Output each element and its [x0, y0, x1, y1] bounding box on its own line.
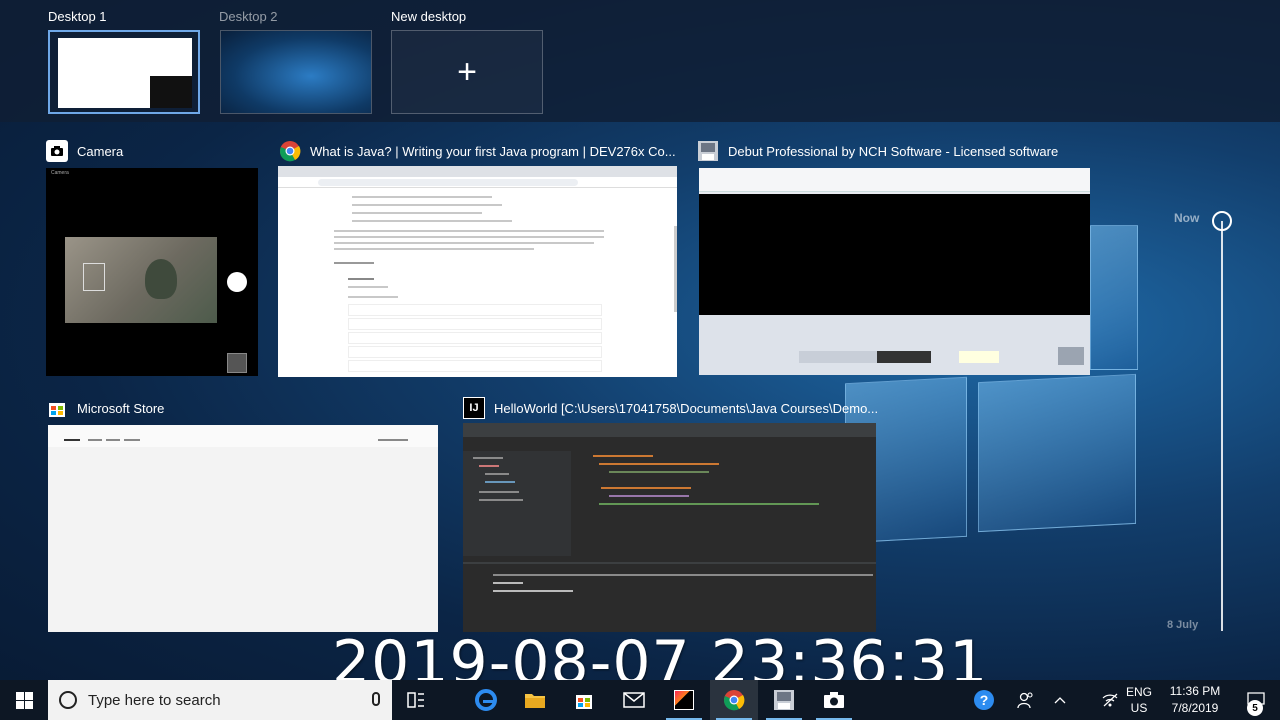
help-tray-button[interactable]: ? [960, 680, 1008, 720]
camera-app-icon [46, 140, 68, 162]
clock-date: 7/8/2019 [1171, 701, 1219, 715]
chrome-icon [724, 690, 745, 711]
taskbar: Type here to search ​ ? ENG US [0, 680, 1280, 720]
chrome-icon [279, 140, 301, 162]
wallpaper-pane [1090, 225, 1138, 370]
plus-icon: + [457, 53, 477, 91]
virtual-desktops-bar: Desktop 1 Desktop 2 New desktop + [0, 0, 1280, 122]
svg-text:?: ? [980, 692, 989, 708]
windows-logo-icon [15, 691, 33, 709]
taskbar-chrome[interactable] [710, 680, 758, 720]
microphone-icon[interactable] [372, 692, 380, 706]
window-title-intellij[interactable]: IJ HelloWorld [C:\Users\17041758\Documen… [463, 397, 878, 419]
store-icon [46, 397, 68, 419]
new-desktop-label: New desktop [391, 9, 467, 24]
window-thumbnail-chrome[interactable] [278, 166, 677, 377]
taskbar-search-box[interactable]: Type here to search [48, 680, 392, 720]
chevron-up-icon [1054, 697, 1066, 704]
window-thumbnail-debut[interactable] [699, 168, 1090, 375]
camera-last-photo [227, 353, 247, 373]
search-placeholder: Type here to search [88, 691, 221, 709]
window-title-store[interactable]: Microsoft Store [46, 397, 164, 419]
desktop-1-thumbnail[interactable] [48, 30, 200, 114]
edge-icon [475, 689, 497, 711]
store-icon [576, 695, 592, 709]
taskbar-debut[interactable] [760, 680, 808, 720]
taskbar-edge[interactable] [462, 680, 510, 720]
timeline-date-label: 8 July [1167, 619, 1199, 631]
desktop-2-label: Desktop 2 [219, 9, 278, 24]
taskbar-mail[interactable] [610, 680, 658, 720]
wifi-icon [1102, 693, 1118, 707]
camera-shutter-icon [227, 272, 247, 292]
camera-preview [65, 237, 217, 323]
start-button[interactable] [0, 680, 48, 720]
window-title-debut[interactable]: Debut Professional by NCH Software - Lic… [697, 140, 1058, 162]
task-view-button[interactable] [392, 680, 440, 720]
intellij-icon: IJ [463, 397, 485, 419]
timeline-now-label: Now [1174, 211, 1200, 225]
window-thumbnail-intellij[interactable] [463, 423, 876, 632]
people-icon [1017, 692, 1033, 709]
debut-icon [697, 140, 719, 162]
notification-count-badge: 5 [1247, 700, 1263, 716]
desktop-1-label: Desktop 1 [48, 9, 107, 24]
camera-icon [824, 692, 844, 708]
wallpaper-pane [978, 373, 1136, 533]
language-code: ENG [1125, 685, 1152, 699]
window-title-chrome[interactable]: What is Java? | Writing your first Java … [279, 140, 676, 162]
window-title-text: What is Java? | Writing your first Java … [310, 143, 676, 159]
desktop-2-thumbnail[interactable] [220, 30, 372, 114]
cortana-icon [59, 691, 77, 709]
folder-icon [525, 694, 545, 708]
task-view-icon [407, 692, 424, 708]
window-title-camera[interactable]: Camera [46, 140, 123, 162]
mail-icon [623, 692, 645, 708]
taskbar-file-explorer[interactable] [511, 680, 559, 720]
clock-time: 11:36 PM [1169, 684, 1221, 698]
timeline-track[interactable] [1221, 221, 1223, 631]
window-title-text: Debut Professional by NCH Software - Lic… [728, 143, 1059, 159]
show-hidden-icons-button[interactable] [1040, 680, 1080, 720]
intellij-icon: ​ [674, 690, 694, 710]
timeline-handle[interactable] [1212, 211, 1232, 231]
taskbar-intellij[interactable]: ​ [660, 680, 708, 720]
taskbar-camera[interactable] [810, 680, 858, 720]
new-desktop-button[interactable]: + [391, 30, 543, 114]
input-language-indicator[interactable]: ENG US [1122, 684, 1156, 716]
debut-icon [774, 690, 794, 710]
window-title-text: Camera [77, 143, 124, 159]
keyboard-layout: US [1130, 701, 1148, 715]
taskbar-clock[interactable]: 11:36 PM 7/8/2019 [1164, 683, 1226, 717]
window-title-text: Microsoft Store [77, 400, 165, 416]
window-thumbnail-camera[interactable]: Camera [46, 168, 258, 376]
taskbar-store[interactable] [560, 680, 608, 720]
help-icon: ? [974, 690, 994, 710]
window-title-text: HelloWorld [C:\Users\17041758\Documents\… [494, 400, 879, 416]
window-thumbnail-store[interactable] [48, 425, 438, 632]
